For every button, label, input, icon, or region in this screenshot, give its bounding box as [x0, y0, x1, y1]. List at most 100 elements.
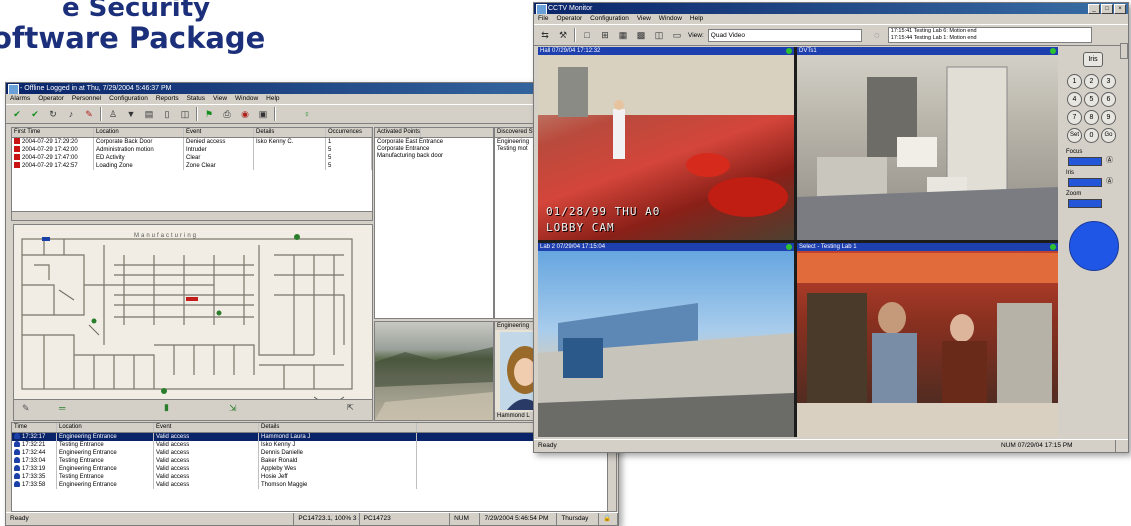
auto-iris-icon[interactable]: Ⓐ: [1106, 176, 1113, 186]
camera-thumbnail[interactable]: [374, 321, 494, 421]
scale-icon[interactable]: ⇱: [347, 403, 354, 412]
menu-reports[interactable]: Reports: [156, 94, 179, 104]
menu-file[interactable]: File: [538, 14, 548, 24]
zoom-control[interactable]: [1068, 199, 1102, 208]
view-select[interactable]: Quad Video: [707, 28, 862, 42]
menu-operator[interactable]: Operator: [556, 14, 582, 24]
column-header[interactable]: Event: [184, 128, 254, 137]
key-0[interactable]: 0: [1084, 128, 1099, 143]
key-8[interactable]: 8: [1084, 110, 1099, 125]
sixteen-view-icon[interactable]: ▩: [634, 28, 648, 42]
door-icon[interactable]: ▯: [160, 107, 174, 121]
camera-tile-1[interactable]: Hall 07/29/04 17:12:32 01/28/99 THU A0 L…: [538, 47, 794, 240]
iris-control[interactable]: [1068, 178, 1102, 187]
nine-view-icon[interactable]: ▦: [616, 28, 630, 42]
print-icon[interactable]: ⎙: [220, 107, 234, 121]
alarm-icon[interactable]: ✎: [82, 107, 96, 121]
key-iris[interactable]: Iris: [1083, 52, 1103, 67]
table-row[interactable]: 2004-07-29 17:42:00 Administration motio…: [12, 146, 372, 154]
key-7[interactable]: 7: [1067, 110, 1082, 125]
alert-list[interactable]: 17:15:41 Testing Lab 6: Motion end 17:15…: [887, 27, 1092, 43]
menu-personnel[interactable]: Personnel: [72, 94, 101, 104]
key-set[interactable]: Set: [1067, 128, 1082, 143]
key-1[interactable]: 1: [1067, 74, 1082, 89]
auto-focus-icon[interactable]: Ⓐ: [1106, 155, 1113, 165]
focus-control[interactable]: [1068, 157, 1102, 166]
split-view-icon[interactable]: ◫: [652, 28, 666, 42]
column-header[interactable]: Location: [57, 423, 154, 432]
legend-icon[interactable]: ═: [59, 403, 65, 413]
floor-plan-map[interactable]: Manufacturing ✎ ═ ▮ ⇲ ⇱: [13, 224, 373, 421]
camera-select-icon[interactable]: ⇆: [538, 28, 552, 42]
pen-icon[interactable]: ✎: [22, 403, 30, 414]
menu-operator[interactable]: Operator: [38, 94, 64, 104]
column-header[interactable]: First Time: [12, 128, 94, 137]
monitor-icon[interactable]: ▣: [256, 107, 270, 121]
menu-window[interactable]: Window: [235, 94, 258, 104]
report-icon[interactable]: ▤: [142, 107, 156, 121]
filter-icon[interactable]: ▼: [124, 107, 138, 121]
column-header[interactable]: Occurrences: [326, 128, 372, 137]
clear-icon[interactable]: ↻: [46, 107, 60, 121]
column-header[interactable]: Time: [12, 423, 57, 432]
key-4[interactable]: 4: [1067, 92, 1082, 107]
maximize-icon[interactable]: □: [1101, 4, 1113, 14]
camera-tile-2[interactable]: DVTs1: [797, 47, 1058, 240]
menu-view[interactable]: View: [213, 94, 227, 104]
menu-window[interactable]: Window: [659, 14, 682, 24]
table-row[interactable]: 17:32:21 Testing Entrance Valid access I…: [12, 441, 616, 449]
menu-view[interactable]: View: [637, 14, 651, 24]
tools-icon[interactable]: ⚒: [556, 28, 570, 42]
sensor-icon[interactable]: ⇲: [229, 403, 237, 414]
key-go[interactable]: Go: [1101, 128, 1116, 143]
camera-tile-4[interactable]: Select - Testing Lab 1: [797, 243, 1058, 437]
key-6[interactable]: 6: [1101, 92, 1116, 107]
table-row[interactable]: 2004-07-29 17:42:57 Loading Zone Zone Cl…: [12, 162, 372, 170]
lock-status-icon[interactable]: 🔒: [599, 513, 618, 525]
column-header[interactable]: Location: [94, 128, 184, 137]
menu-configuration[interactable]: Configuration: [109, 94, 148, 104]
column-header[interactable]: Details: [254, 128, 326, 137]
pan-tilt-joystick[interactable]: [1069, 221, 1119, 271]
menu-configuration[interactable]: Configuration: [590, 14, 629, 24]
table-row[interactable]: 17:33:19 Engineering Entrance Valid acce…: [12, 465, 616, 473]
column-header[interactable]: Details: [259, 423, 417, 432]
single-view-icon[interactable]: □: [580, 28, 594, 42]
menu-alarms[interactable]: Alarms: [10, 94, 30, 104]
table-row[interactable]: 17:32:17 Engineering Entrance Valid acce…: [12, 433, 616, 441]
acknowledge-all-icon[interactable]: ✔: [28, 107, 42, 121]
key-5[interactable]: 5: [1084, 92, 1099, 107]
key-icon[interactable]: ♀: [300, 107, 314, 121]
menu-help[interactable]: Help: [690, 14, 703, 24]
column-header[interactable]: Event: [154, 423, 259, 432]
list-item[interactable]: Corporate East Entrance: [377, 139, 491, 146]
close-icon[interactable]: ×: [1114, 4, 1126, 14]
fullscreen-icon[interactable]: ▭: [670, 28, 684, 42]
list-item[interactable]: Manufacturing back door: [377, 153, 491, 160]
table-row[interactable]: 17:33:58 Engineering Entrance Valid acce…: [12, 481, 616, 489]
key-9[interactable]: 9: [1101, 110, 1116, 125]
menu-status[interactable]: Status: [187, 94, 205, 104]
table-row[interactable]: 17:32:44 Engineering Entrance Valid acce…: [12, 449, 616, 457]
person-icon[interactable]: ♙: [106, 107, 120, 121]
table-row[interactable]: 17:33:35 Testing Entrance Valid access H…: [12, 473, 616, 481]
horizontal-scrollbar[interactable]: [12, 211, 372, 220]
lock-icon[interactable]: ◫: [178, 107, 192, 121]
quad-view-icon[interactable]: ⊞: [598, 28, 612, 42]
table-row[interactable]: 17:33:04 Testing Entrance Valid access B…: [12, 457, 616, 465]
menu-help[interactable]: Help: [266, 94, 279, 104]
key-2[interactable]: 2: [1084, 74, 1099, 89]
key-3[interactable]: 3: [1101, 74, 1116, 89]
status-pc-info: PC14723.1, 100% 3 3: [294, 513, 360, 525]
acknowledge-icon[interactable]: ✔: [10, 107, 24, 121]
minimize-icon[interactable]: _: [1088, 4, 1100, 14]
door-status-icon[interactable]: ▮: [164, 402, 169, 413]
camera-icon[interactable]: ◉: [238, 107, 252, 121]
silence-icon[interactable]: ♪: [64, 107, 78, 121]
list-item[interactable]: Corporate Entrance: [377, 146, 491, 153]
table-row[interactable]: 2004-07-29 17:47:00 ED Activity Clear 5: [12, 154, 372, 162]
panel-collapse-handle[interactable]: [1120, 43, 1128, 59]
flag-icon[interactable]: ⚑: [202, 107, 216, 121]
table-row[interactable]: 2004-07-29 17:29:20 Corporate Back Door …: [12, 138, 372, 146]
camera-tile-3[interactable]: Lab 2 07/29/04 17:15:04: [538, 243, 794, 437]
